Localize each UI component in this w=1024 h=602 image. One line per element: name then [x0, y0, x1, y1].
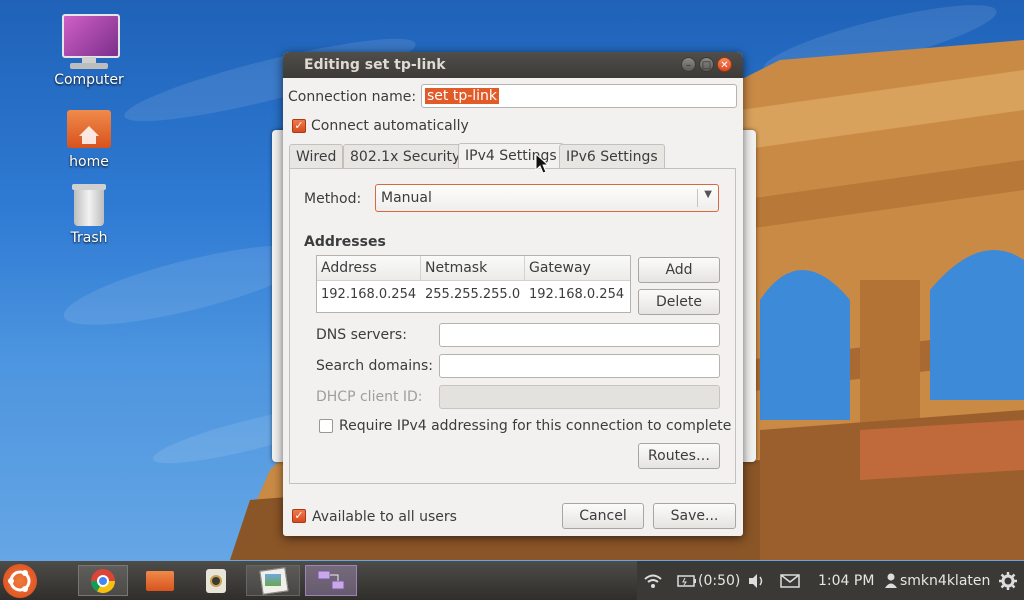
tab-wired[interactable]: Wired — [289, 144, 344, 168]
user-name[interactable]: smkn4klaten — [900, 573, 990, 589]
mouse-cursor-icon — [535, 153, 549, 174]
titlebar[interactable]: Editing set tp-link – □ ✕ — [283, 52, 743, 78]
method-value: Manual — [381, 190, 432, 206]
available-to-all-users-label: Available to all users — [312, 509, 457, 525]
column-header-address[interactable]: Address — [317, 256, 421, 281]
trash-icon — [69, 182, 109, 228]
search-domains-label: Search domains: — [316, 358, 433, 374]
desktop-icon-computer[interactable]: Computer — [39, 12, 139, 88]
addresses-table[interactable]: Address Netmask Gateway 192.168.0.254 25… — [316, 255, 631, 313]
require-ipv4-checkbox[interactable] — [319, 419, 333, 433]
battery-icon[interactable] — [677, 574, 697, 588]
clock-time[interactable]: 1:04 PM — [818, 573, 874, 589]
dhcp-client-id-input — [439, 385, 720, 409]
column-header-gateway[interactable]: Gateway — [525, 256, 630, 281]
chevron-down-icon: ▼ — [704, 189, 712, 200]
delete-button[interactable]: Delete — [638, 289, 720, 315]
tab-ipv6-settings[interactable]: IPv6 Settings — [559, 144, 665, 168]
available-to-all-users-checkbox[interactable]: ✓ — [292, 509, 306, 523]
edit-connection-dialog: Editing set tp-link – □ ✕ Connection nam… — [283, 52, 743, 536]
search-domains-input[interactable] — [439, 354, 720, 378]
tab-802-1x-security[interactable]: 802.1x Security — [343, 144, 468, 168]
cancel-button[interactable]: Cancel — [562, 503, 644, 529]
column-header-netmask[interactable]: Netmask — [421, 256, 525, 281]
connect-automatically-label: Connect automatically — [311, 118, 469, 134]
close-button[interactable]: ✕ — [717, 57, 732, 72]
addresses-heading: Addresses — [304, 234, 386, 250]
desktop-icon-label: Trash — [70, 230, 108, 246]
wifi-icon[interactable] — [643, 573, 663, 589]
volume-icon[interactable] — [747, 573, 767, 589]
method-label: Method: — [304, 191, 362, 207]
connection-name-value: set tp-link — [425, 88, 500, 104]
connection-name-label: Connection name: — [288, 89, 417, 105]
window-title: Editing set tp-link — [304, 57, 446, 73]
minimize-button[interactable]: – — [681, 57, 696, 72]
network-connections-icon[interactable] — [305, 565, 357, 596]
desktop-icon-home[interactable]: home — [39, 106, 139, 170]
taskbar: (0:50) 1:04 PM smkn4klaten — [0, 561, 1024, 600]
maximize-button[interactable]: □ — [699, 57, 714, 72]
battery-remaining-text[interactable]: (0:50) — [698, 573, 740, 589]
desktop-icon-label: home — [69, 154, 109, 170]
table-cell-gateway[interactable]: 192.168.0.254 — [525, 287, 624, 302]
speaker-app-icon[interactable] — [196, 565, 238, 596]
save-button[interactable]: Save... — [653, 503, 736, 529]
desktop-icon-trash[interactable]: Trash — [39, 182, 139, 246]
require-ipv4-label: Require IPv4 addressing for this connect… — [339, 418, 732, 434]
ubuntu-icon[interactable] — [3, 564, 37, 598]
dns-servers-input[interactable] — [439, 323, 720, 347]
connection-name-input[interactable]: set tp-link — [421, 84, 737, 108]
home-folder-icon — [65, 106, 113, 152]
folder-icon[interactable] — [140, 565, 182, 596]
table-cell-address[interactable]: 192.168.0.254 — [317, 287, 416, 302]
routes-button[interactable]: Routes… — [638, 443, 720, 469]
add-button[interactable]: Add — [638, 257, 720, 283]
dhcp-client-id-label: DHCP client ID: — [316, 389, 423, 405]
gear-icon[interactable] — [999, 572, 1017, 590]
desktop-icon-label: Computer — [54, 72, 124, 88]
user-icon[interactable] — [884, 573, 898, 589]
computer-icon — [60, 12, 120, 70]
chrome-icon[interactable] — [78, 565, 128, 596]
dns-servers-label: DNS servers: — [316, 327, 407, 343]
image-viewer-icon[interactable] — [246, 565, 300, 596]
method-dropdown[interactable]: Manual ▼ — [375, 184, 719, 212]
mail-icon[interactable] — [780, 574, 800, 588]
connect-automatically-checkbox[interactable]: ✓ — [292, 119, 306, 133]
table-cell-netmask[interactable]: 255.255.255.0 — [421, 287, 520, 302]
